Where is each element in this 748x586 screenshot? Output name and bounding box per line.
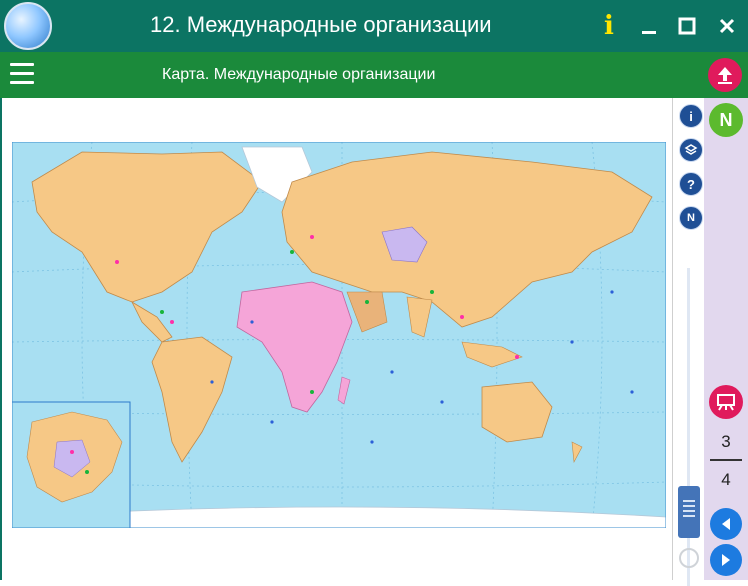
page-divider <box>710 459 742 461</box>
sub-header: Карта. Международные организации <box>0 52 748 98</box>
grip-line <box>683 515 695 517</box>
current-page: 3 <box>721 432 731 451</box>
world-map[interactable] <box>12 142 666 528</box>
close-icon <box>719 18 735 34</box>
tool-strip: i ? N <box>672 98 705 586</box>
app-globe-icon <box>4 2 52 50</box>
disabled-circle-icon <box>679 548 699 568</box>
grip-line <box>683 510 695 512</box>
easel-icon <box>717 394 735 411</box>
triangle-right-icon <box>722 554 730 566</box>
title-bar: 12. Международные организации i <box>0 0 748 52</box>
maximize-button[interactable] <box>672 10 702 42</box>
menu-line <box>10 81 34 84</box>
triangle-left-icon <box>722 518 730 530</box>
n-label: N <box>719 109 733 130</box>
n-icon: N <box>687 212 695 224</box>
side-panel: N 3 4 <box>704 98 748 580</box>
menu-button[interactable] <box>10 63 34 87</box>
whiteboard-button[interactable] <box>709 385 743 419</box>
n-tool-button[interactable]: N <box>679 206 703 230</box>
scroll-track[interactable] <box>687 268 690 586</box>
page-subtitle: Карта. Международные организации <box>162 66 436 83</box>
window-title: 12. Международные организации <box>150 12 492 37</box>
world-map-image <box>12 142 666 528</box>
prev-page-button[interactable] <box>710 508 742 540</box>
help-tool-button[interactable]: ? <box>679 172 703 196</box>
close-button[interactable] <box>712 10 742 42</box>
upload-arrow-icon <box>718 67 732 84</box>
maximize-icon <box>678 17 696 35</box>
menu-line <box>10 72 34 75</box>
minimize-icon <box>642 31 656 34</box>
upload-button[interactable] <box>708 58 742 92</box>
scroll-thumb[interactable] <box>678 486 700 538</box>
grip-line <box>683 505 695 507</box>
layers-icon <box>684 144 698 155</box>
next-page-button[interactable] <box>710 544 742 576</box>
total-pages: 4 <box>721 470 731 489</box>
info-icon: i <box>689 108 693 124</box>
n-button[interactable]: N <box>709 103 743 137</box>
info-tool-button[interactable]: i <box>679 104 703 128</box>
menu-line <box>10 63 34 66</box>
grip-line <box>683 500 695 502</box>
info-button[interactable]: i <box>594 10 624 42</box>
help-icon: ? <box>687 176 695 192</box>
content-area <box>0 98 672 580</box>
minimize-button[interactable] <box>634 10 664 42</box>
layers-tool-button[interactable] <box>679 138 703 162</box>
